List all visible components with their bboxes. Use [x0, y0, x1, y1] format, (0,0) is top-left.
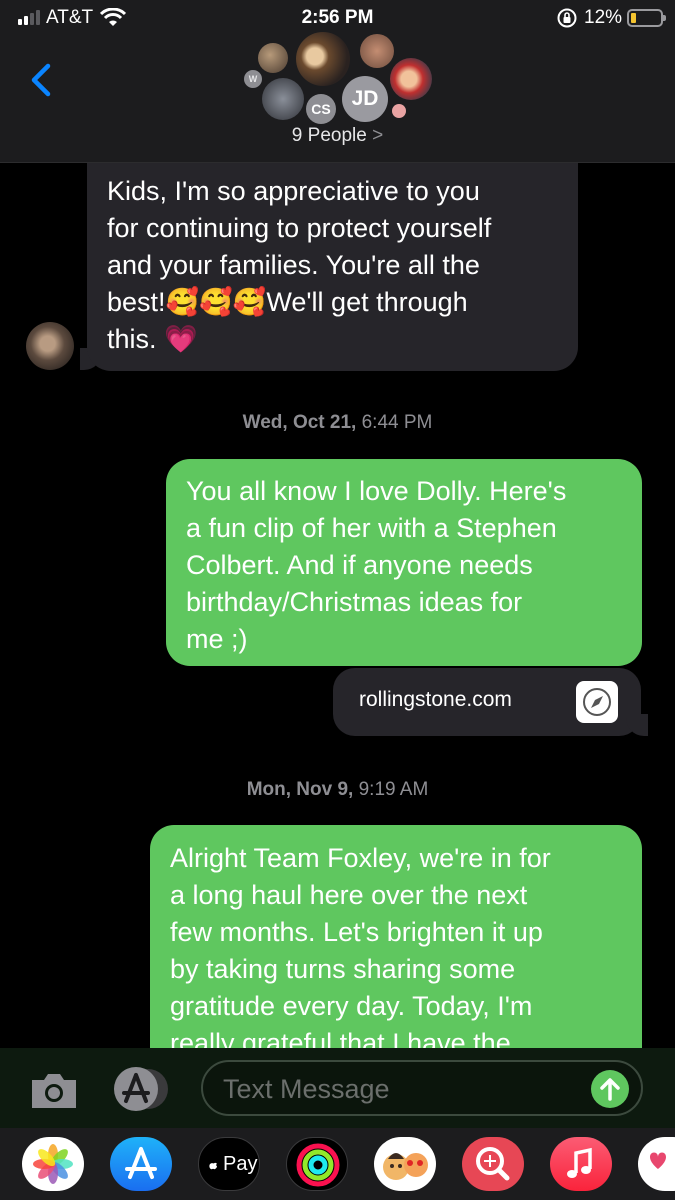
message-line: Alright Team Foxley, we're in for [170, 843, 551, 873]
compass-icon [576, 681, 618, 723]
message-line: gratitude every day. Today, I'm [170, 991, 533, 1021]
app-store-icon[interactable] [112, 1065, 168, 1113]
timestamp-day: Wed, Oct 21, [242, 412, 357, 433]
link-preview-card[interactable]: rollingstone.com [333, 668, 641, 736]
message-line: me ;) [186, 624, 248, 654]
timestamp: Mon, Nov 9, 9:19 AM [0, 779, 675, 801]
app-store-app-icon[interactable] [110, 1137, 172, 1191]
battery-icon [627, 9, 666, 27]
avatar-small-w: W [244, 70, 262, 88]
apple-pay-label: Pay [223, 1153, 258, 1175]
memoji-app-icon[interactable] [374, 1137, 436, 1191]
avatar-photo [360, 34, 394, 68]
arrow-up-icon[interactable] [591, 1070, 629, 1108]
avatar-initials-jd: JD [342, 76, 388, 122]
message-line: a long haul here over the next [170, 880, 528, 910]
incoming-message[interactable]: Kids, I'm so appreciative to you for con… [87, 163, 578, 371]
avatar-photo [296, 32, 350, 86]
avatar-photo [258, 43, 288, 73]
message-line: You all know I love Dolly. Here's [186, 476, 567, 506]
message-line: a fun clip of her with a Stephen [186, 513, 557, 543]
imessage-app-drawer: Pay [0, 1128, 675, 1200]
timestamp-time: 6:44 PM [361, 412, 433, 433]
message-line: by taking turns sharing some [170, 954, 516, 984]
message-line: birthday/Christmas ideas for [186, 587, 523, 617]
link-domain: rollingstone.com [359, 688, 512, 711]
timestamp-day: Mon, Nov 9, [246, 779, 354, 800]
conversation-header: AT&T 2:56 PM 12% W CS JD 9 People > [0, 0, 675, 163]
avatar-photo [390, 58, 432, 100]
group-people-count: 9 People [291, 125, 367, 146]
message-line: Kids, I'm so appreciative to you [107, 176, 480, 206]
avatar-photo [262, 78, 304, 120]
avatar-initials-cs: CS [306, 94, 336, 124]
avatar-emoji [392, 104, 406, 118]
hearts-app-icon[interactable] [638, 1137, 675, 1191]
timestamp: Wed, Oct 21, 6:44 PM [0, 412, 675, 434]
group-title[interactable]: 9 People > [0, 125, 675, 147]
orientation-lock-icon [557, 8, 577, 28]
message-line: few months. Let's brighten it up [170, 917, 543, 947]
status-bar: AT&T 2:56 PM 12% [0, 0, 675, 36]
sender-avatar[interactable] [26, 322, 74, 370]
message-input-bar [0, 1048, 675, 1128]
text-message-input[interactable] [223, 1072, 593, 1106]
message-line: best!🥰🥰🥰We'll get through [107, 287, 468, 317]
outgoing-message[interactable]: You all know I love Dolly. Here's a fun … [166, 459, 642, 666]
search-images-app-icon[interactable] [462, 1137, 524, 1191]
message-line: Colbert. And if anyone needs [186, 550, 533, 580]
message-line: this. 💗 [107, 324, 198, 354]
activity-app-icon[interactable] [286, 1137, 348, 1191]
message-line: and your families. You're all the [107, 250, 480, 280]
chevron-right-icon: > [372, 125, 384, 146]
outgoing-message[interactable]: Alright Team Foxley, we're in for a long… [150, 825, 642, 1085]
message-line: for continuing to protect yourself [107, 213, 492, 243]
photos-app-icon[interactable] [22, 1137, 84, 1191]
back-chevron-icon[interactable] [22, 60, 62, 100]
message-field[interactable] [201, 1060, 643, 1116]
timestamp-time: 9:19 AM [358, 779, 429, 800]
music-app-icon[interactable] [550, 1137, 612, 1191]
battery-percent: 12% [584, 7, 623, 28]
apple-pay-app-icon[interactable]: Pay [198, 1137, 260, 1191]
camera-icon[interactable] [28, 1068, 80, 1112]
